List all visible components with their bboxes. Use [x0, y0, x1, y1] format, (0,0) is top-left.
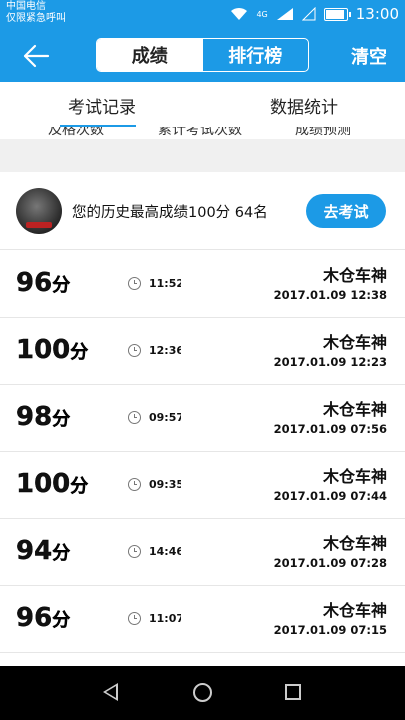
- exam-record-row[interactable]: 96分 11:07 木仓车神 2017.01.09 07:15: [0, 586, 405, 653]
- clock-icon: [128, 344, 141, 357]
- score-unit: 分: [52, 610, 71, 631]
- tab-exam-records[interactable]: 考试记录: [68, 93, 136, 118]
- score-value: 96: [16, 268, 53, 298]
- record-duration: 09:57: [149, 411, 181, 424]
- record-score: 100分: [16, 469, 89, 499]
- signal-icon: [276, 8, 293, 20]
- record-duration: 09:35: [149, 478, 181, 491]
- score-unit: 分: [70, 476, 89, 497]
- score-value: 98: [16, 402, 53, 432]
- clock-icon: [128, 545, 141, 558]
- signal-disabled-icon: [301, 7, 316, 21]
- best-score-card: 您的历史最高成绩100分 64名 去考试: [0, 172, 405, 250]
- record-score: 98分: [16, 402, 71, 432]
- score-unit: 分: [52, 275, 71, 296]
- network-type: 4G: [256, 9, 268, 19]
- clock-icon: [128, 478, 141, 491]
- segment-score[interactable]: 成绩: [97, 39, 203, 71]
- record-duration: 11:52: [149, 277, 181, 290]
- nav-home-icon[interactable]: [193, 683, 212, 702]
- stat-prediction-label: 成绩预测: [295, 127, 351, 138]
- record-date: 2017.01.09 12:23: [273, 355, 387, 369]
- app-bar: 成绩 排行榜 清空: [0, 30, 405, 82]
- record-score: 94分: [16, 536, 71, 566]
- take-exam-button[interactable]: 去考试: [306, 194, 386, 228]
- record-duration: 11:07: [149, 612, 181, 625]
- clear-button[interactable]: 清空: [351, 43, 387, 69]
- stats-header-partial: 及格次数 累计考试次数 成绩预测: [0, 127, 405, 139]
- nav-recent-apps-icon[interactable]: [285, 684, 301, 700]
- record-username: 木仓车神: [322, 601, 387, 620]
- tab-statistics[interactable]: 数据统计: [270, 93, 338, 118]
- carrier-info: 中国电信 仅限紧急呼叫: [6, 1, 66, 25]
- emergency-only-label: 仅限紧急呼叫: [6, 13, 66, 24]
- record-date: 2017.01.09 07:28: [273, 556, 387, 570]
- score-unit: 分: [70, 342, 89, 363]
- record-username: 木仓车神: [322, 266, 387, 285]
- best-score-text: 您的历史最高成绩100分 64名: [72, 205, 268, 221]
- exam-record-row[interactable]: 98分 09:57 木仓车神 2017.01.09 07:56: [0, 385, 405, 452]
- section-divider: [0, 139, 405, 172]
- score-value: 100: [16, 469, 71, 499]
- exam-record-row[interactable]: 100分 12:36 木仓车神 2017.01.09 12:23: [0, 318, 405, 385]
- score-unit: 分: [52, 409, 71, 430]
- record-username: 木仓车神: [322, 534, 387, 553]
- clock-icon: [128, 612, 141, 625]
- score-value: 100: [16, 335, 71, 365]
- record-date: 2017.01.09 07:56: [273, 422, 387, 436]
- clock-icon: [128, 411, 141, 424]
- clock-time: 13:00: [355, 5, 399, 23]
- record-username: 木仓车神: [322, 467, 387, 486]
- segment-ranking[interactable]: 排行榜: [203, 39, 309, 71]
- nav-back-icon[interactable]: [103, 683, 118, 701]
- avatar: [16, 188, 62, 234]
- record-username: 木仓车神: [322, 400, 387, 419]
- exam-record-row[interactable]: 100分 09:35 木仓车神 2017.01.09 07:44: [0, 452, 405, 519]
- score-unit: 分: [52, 543, 71, 564]
- stat-total-exams-label: 累计考试次数: [158, 127, 242, 138]
- record-score: 96分: [16, 268, 71, 298]
- record-score: 96分: [16, 603, 71, 633]
- status-icons: 4G 13:00: [230, 5, 399, 23]
- exam-record-row[interactable]: 96分 11:52 木仓车神 2017.01.09 12:38: [0, 251, 405, 318]
- record-duration: 12:36: [149, 344, 181, 357]
- record-date: 2017.01.09 07:44: [273, 489, 387, 503]
- record-duration: 14:46: [149, 545, 181, 558]
- battery-icon: [323, 7, 351, 21]
- exam-record-row[interactable]: 94分 14:46 木仓车神 2017.01.09 07:28: [0, 519, 405, 586]
- status-bar: 中国电信 仅限紧急呼叫 4G 13:00: [0, 0, 405, 30]
- record-date: 2017.01.09 07:15: [273, 623, 387, 637]
- score-value: 96: [16, 603, 53, 633]
- wifi-icon: [231, 7, 248, 20]
- score-value: 94: [16, 536, 53, 566]
- stat-pass-count-label: 及格次数: [48, 127, 104, 138]
- record-username: 木仓车神: [322, 333, 387, 352]
- carrier-name: 中国电信: [6, 1, 46, 12]
- segment-control: 成绩 排行榜: [96, 38, 309, 72]
- clock-icon: [128, 277, 141, 290]
- record-score: 100分: [16, 335, 89, 365]
- tab-bar: 考试记录 数据统计: [0, 82, 405, 127]
- record-date: 2017.01.09 12:38: [273, 288, 387, 302]
- navigation-bar: [0, 666, 405, 720]
- back-arrow-icon[interactable]: [22, 42, 50, 70]
